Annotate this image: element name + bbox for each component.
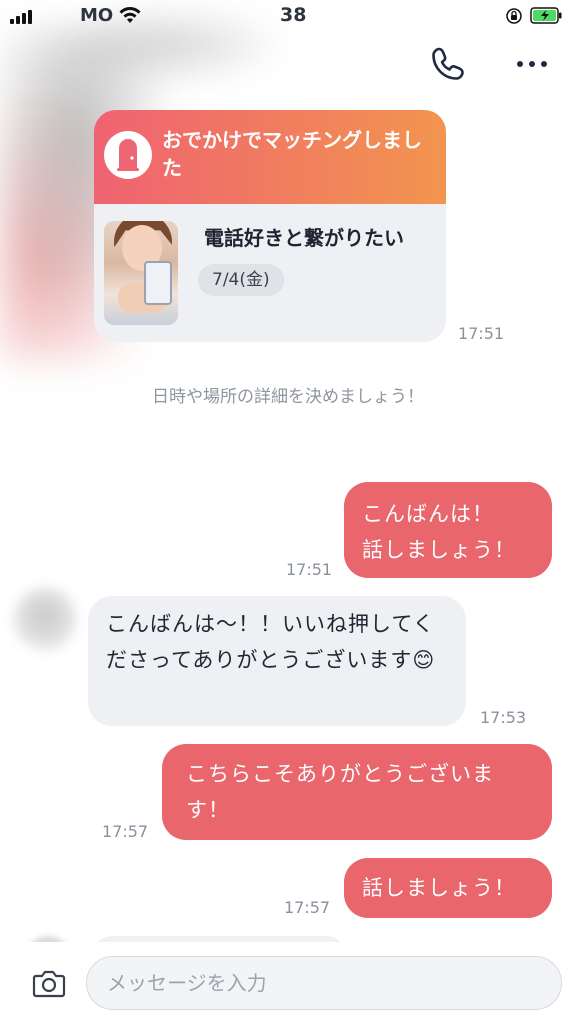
outgoing-message[interactable]: こちらこそありがとうございます！ bbox=[162, 744, 552, 840]
system-message: 日時や場所の詳細を決めましょう！ bbox=[152, 387, 424, 407]
plan-photo bbox=[104, 221, 178, 325]
match-card-title: おでかけでマッチングしました bbox=[162, 128, 422, 180]
message-text: 話しましょう！ bbox=[362, 876, 516, 900]
match-card-header: おでかけでマッチングしました bbox=[94, 110, 446, 204]
match-card[interactable]: おでかけでマッチングしました 電話好きと繋がりたい 7/4(金) bbox=[94, 110, 446, 342]
clock: 38 bbox=[280, 4, 307, 26]
phone-icon[interactable] bbox=[428, 44, 468, 84]
more-icon[interactable] bbox=[512, 52, 552, 76]
camera-icon[interactable] bbox=[32, 968, 66, 998]
message-timestamp: 17:51 bbox=[286, 560, 333, 579]
message-timestamp: 17:57 bbox=[284, 898, 331, 917]
match-card-timestamp: 17:51 bbox=[458, 324, 505, 343]
outgoing-message[interactable]: 話しましょう！ bbox=[344, 858, 552, 918]
carrier-label: MO bbox=[80, 5, 114, 26]
plan-date-badge: 7/4(金) bbox=[198, 264, 284, 296]
message-input[interactable] bbox=[86, 956, 562, 1010]
message-text: こんばんは〜！！いいね押してくださってありがとうございます😊 bbox=[106, 612, 436, 672]
match-card-body: 電話好きと繋がりたい 7/4(金) bbox=[94, 204, 446, 342]
message-timestamp: 17:53 bbox=[480, 708, 527, 727]
plan-title: 電話好きと繋がりたい bbox=[204, 226, 404, 250]
status-bar: MO 38 bbox=[0, 0, 576, 34]
outgoing-message[interactable]: こんばんは！ 話しましょう！ bbox=[344, 482, 552, 578]
message-text: こちらこそありがとうございます！ bbox=[186, 762, 494, 822]
avatar[interactable] bbox=[14, 588, 76, 650]
wifi-icon bbox=[119, 7, 141, 23]
door-icon bbox=[104, 131, 152, 179]
message-text: こんばんは！ 話しましょう！ bbox=[362, 502, 516, 562]
battery-icon bbox=[530, 7, 562, 24]
incoming-message[interactable]: こんばんは〜！！いいね押してくださってありがとうございます😊 bbox=[88, 596, 466, 726]
signal-icon bbox=[10, 10, 32, 24]
message-timestamp: 17:57 bbox=[102, 822, 149, 841]
rotation-lock-icon bbox=[506, 8, 522, 24]
